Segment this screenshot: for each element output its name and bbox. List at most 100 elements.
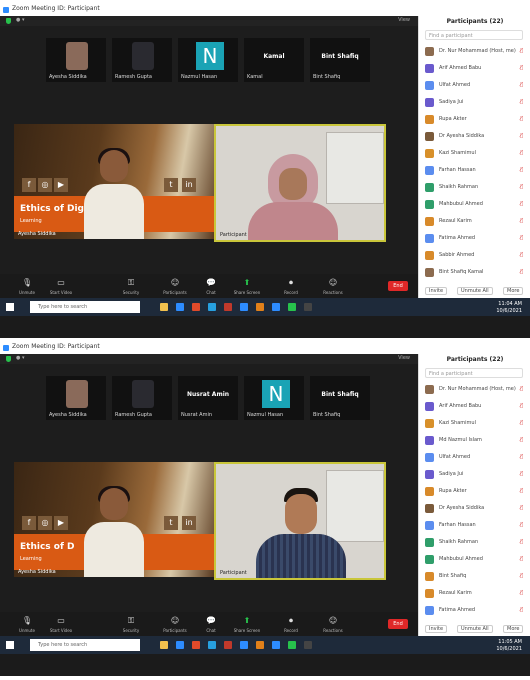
taskbar-app-icon[interactable] [160,641,168,649]
toolbar-button[interactable]: ⏺ Record [276,278,306,298]
view-button[interactable]: View [398,355,410,361]
taskbar-app-icon[interactable] [192,641,200,649]
gallery-thumbnail[interactable]: N Nazmul Hasan [244,376,304,420]
taskbar-clock[interactable]: 11:05 AM 10/6/2021 [496,640,522,652]
taskbar-app-icon[interactable] [304,303,312,311]
participant-row[interactable]: Rupa Akter 🎙̸ [423,486,529,498]
taskbar-app-icon[interactable] [160,303,168,311]
taskbar-app-icon[interactable] [304,641,312,649]
more-button[interactable]: More [503,625,524,633]
participant-row[interactable]: Farhan Hassan 🎙̸ [423,520,529,532]
participant-row[interactable]: Dr Ayesha Siddika 🎙̸ [423,503,529,515]
invite-button[interactable]: Invite [425,625,448,633]
gallery-thumbnail[interactable]: Kamal Kamal [244,38,304,82]
taskbar-app-icon[interactable] [272,641,280,649]
speaker-video-left[interactable]: f ◎ ▶ t in Ethics of D Learning Ayesha S… [14,462,214,577]
gallery-thumbnail[interactable]: Bint Shafiq Bint Shafiq [310,376,370,420]
participant-row[interactable]: Mahbubul Ahmed 🎙̸ [423,199,529,211]
taskbar-app-icon[interactable] [224,641,232,649]
participant-row[interactable]: Rupa Akter 🎙̸ [423,114,529,126]
speaker-video-left[interactable]: f ◎ ▶ t in Ethics of Digital Learning Ay… [14,124,214,239]
toolbar-button[interactable]: ☺ Reactions [318,616,348,636]
taskbar-search[interactable]: Type here to search [30,639,140,651]
participant-row[interactable]: Rezaul Karim 🎙̸ [423,588,529,600]
taskbar-app-icon[interactable] [176,303,184,311]
taskbar-app-icon[interactable] [192,303,200,311]
taskbar-search[interactable]: Type here to search [30,301,140,313]
taskbar-app-icon[interactable] [176,641,184,649]
participant-row[interactable]: Dr. Nur Mohammad (Host, me) 🎙̸ [423,46,529,58]
gallery-thumbnail[interactable]: Ayesha Siddika [46,38,106,82]
participant-row[interactable]: Farhan Hassan 🎙̸ [423,165,529,177]
gallery-thumbnail[interactable]: Bint Shafiq Bint Shafiq [310,38,370,82]
shield-icon[interactable] [6,356,11,362]
toolbar-button[interactable]: ▭ Start Video [46,616,76,636]
participant-row[interactable]: Sadiya Jui 🎙̸ [423,469,529,481]
taskbar-app-icon[interactable] [288,641,296,649]
toolbar-button[interactable]: ☺ Participants [160,278,190,298]
participant-row[interactable]: Fatima Ahmed 🎙̸ [423,233,529,245]
participant-row[interactable]: Bint Shafiq 🎙̸ [423,571,529,583]
toolbar-button[interactable]: 💬 Chat [196,616,226,636]
taskbar-app-icon[interactable] [272,303,280,311]
taskbar-clock[interactable]: 11:04 AM 10/6/2021 [496,302,522,314]
invite-button[interactable]: Invite [425,287,448,295]
toolbar-button[interactable]: ☺ Reactions [318,278,348,298]
participant-row[interactable]: Bint Shafiq Kamal 🎙̸ [423,267,529,279]
windows-start-icon[interactable] [6,641,14,649]
gallery-thumbnail[interactable]: Nusrat Amin Nusrat Amin [178,376,238,420]
toolbar-button[interactable]: 💬 Chat [196,278,226,298]
gallery-thumbnail[interactable]: Ramesh Gupta [112,376,172,420]
taskbar-app-icon[interactable] [208,303,216,311]
end-meeting-button[interactable]: End [388,281,408,291]
participant-row[interactable]: Arif Ahmed Babu 🎙̸ [423,63,529,75]
participant-row[interactable]: Arif Ahmed Babu 🎙̸ [423,401,529,413]
participant-search-input[interactable]: Find a participant [425,30,523,40]
speaker-video-right[interactable]: Participant [214,124,386,242]
toolbar-button[interactable]: ⏺ Record [276,616,306,636]
shield-icon[interactable] [6,18,11,24]
windows-start-icon[interactable] [6,303,14,311]
participant-row[interactable]: Shaikh Rahman 🎙̸ [423,182,529,194]
toolbar-button[interactable]: ☺ Participants [160,616,190,636]
participant-row[interactable]: Dr. Nur Mohammad (Host, me) 🎙̸ [423,384,529,396]
participant-row[interactable]: Kazi Shamimul 🎙̸ [423,148,529,160]
toolbar-button[interactable]: ⬆ Share Screen [232,278,262,298]
toolbar-button[interactable]: ▭ Start Video [46,278,76,298]
taskbar-app-icon[interactable] [256,303,264,311]
view-button[interactable]: View [398,17,410,23]
taskbar-app-icon[interactable] [224,303,232,311]
participant-row[interactable]: Mahbubul Ahmed 🎙̸ [423,554,529,566]
participant-row[interactable]: Fatima Ahmed 🎙̸ [423,605,529,617]
unmute-all-button[interactable]: Unmute All [457,287,493,295]
gallery-thumbnail[interactable]: Ramesh Gupta [112,38,172,82]
more-button[interactable]: More [503,287,524,295]
participant-row[interactable]: Sabbir Ahmed 🎙̸ [423,250,529,262]
taskbar-app-icon[interactable] [208,641,216,649]
toolbar-button[interactable]: 🎙 Unmute [12,278,42,298]
participant-row[interactable]: Shaikh Rahman 🎙̸ [423,537,529,549]
participant-row[interactable]: Sadiya Jui 🎙̸ [423,97,529,109]
taskbar-app-icon[interactable] [256,641,264,649]
participant-row[interactable]: Md Nazmul Islam 🎙̸ [423,435,529,447]
participant-row[interactable]: Rezaul Karim 🎙̸ [423,216,529,228]
participant-row[interactable]: Kazi Shamimul 🎙̸ [423,418,529,430]
speaker-video-right[interactable]: Participant [214,462,386,580]
meeting-info[interactable]: ● ▾ [16,355,24,361]
toolbar-button[interactable]: 🎙 Unmute [12,616,42,636]
taskbar-app-icon[interactable] [240,303,248,311]
taskbar-app-icon[interactable] [288,303,296,311]
gallery-thumbnail[interactable]: Ayesha Siddika [46,376,106,420]
toolbar-button[interactable]: ⬆ Share Screen [232,616,262,636]
gallery-thumbnail[interactable]: N Nazmul Hasan [178,38,238,82]
participant-row[interactable]: Ulfat Ahmed 🎙̸ [423,80,529,92]
participant-search-input[interactable]: Find a participant [425,368,523,378]
toolbar-button[interactable]: ⚿ Security [116,616,146,636]
end-meeting-button[interactable]: End [388,619,408,629]
participant-row[interactable]: Ulfat Ahmed 🎙̸ [423,452,529,464]
taskbar-app-icon[interactable] [240,641,248,649]
meeting-info[interactable]: ● ▾ [16,17,24,23]
participant-row[interactable]: Dr Ayesha Siddika 🎙̸ [423,131,529,143]
unmute-all-button[interactable]: Unmute All [457,625,493,633]
toolbar-button[interactable]: ⚿ Security [116,278,146,298]
